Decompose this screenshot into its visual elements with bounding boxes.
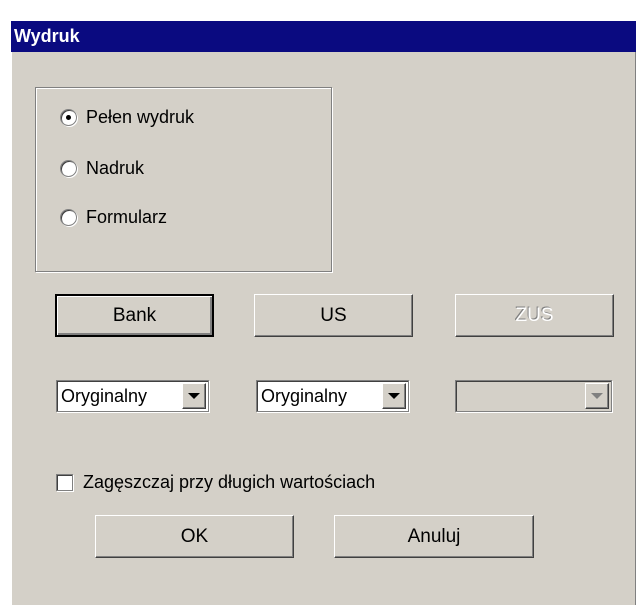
us-copy-dropdown-button[interactable]: [382, 383, 406, 409]
print-mode-group: Pełen wydruk Nadruk Formularz: [35, 87, 332, 272]
compress-checkbox-row[interactable]: Zagęszczaj przy długich wartościach: [56, 469, 375, 495]
bank-copy-dropdown-button[interactable]: [182, 383, 206, 409]
us-copy-select[interactable]: Oryginalny: [256, 380, 409, 412]
radio-form-label: Formularz: [86, 206, 168, 227]
chevron-down-icon: [591, 393, 603, 399]
cancel-button[interactable]: Anuluj: [334, 515, 534, 558]
zus-copy-dropdown-button: [585, 383, 609, 409]
zus-button: ZUS: [455, 294, 614, 337]
radio-full-print-label: Pełen wydruk: [86, 106, 195, 127]
window-title: Wydruk: [14, 26, 80, 46]
title-bar[interactable]: Wydruk: [11, 21, 636, 52]
radio-overprint[interactable]: Nadruk: [60, 156, 144, 180]
chevron-down-icon: [188, 393, 200, 399]
ok-button[interactable]: OK: [95, 515, 294, 558]
radio-overprint-label: Nadruk: [86, 157, 145, 178]
print-dialog: Wydruk Pełen wydruk Nadruk Formularz Ban…: [11, 21, 636, 605]
bank-button[interactable]: Bank: [55, 294, 214, 337]
radio-full-print-indicator[interactable]: [60, 108, 77, 126]
compress-checkbox[interactable]: [56, 473, 73, 491]
zus-copy-select: [455, 380, 612, 412]
radio-overprint-indicator[interactable]: [60, 159, 77, 177]
us-button[interactable]: US: [254, 294, 413, 337]
compress-label: Zagęszczaj przy długich wartościach: [83, 471, 376, 492]
chevron-down-icon: [388, 393, 400, 399]
bank-copy-select[interactable]: Oryginalny: [56, 380, 209, 412]
us-copy-value: Oryginalny: [261, 386, 348, 406]
bank-copy-value: Oryginalny: [61, 386, 148, 406]
radio-form[interactable]: Formularz: [60, 205, 167, 229]
radio-form-indicator[interactable]: [60, 208, 77, 226]
radio-full-print[interactable]: Pełen wydruk: [60, 105, 194, 129]
